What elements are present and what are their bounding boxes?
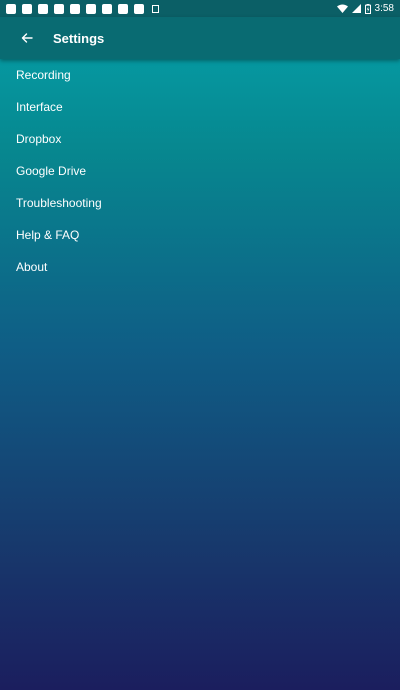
notification-icon (134, 3, 144, 14)
status-right: 3:58 (336, 3, 394, 14)
status-time: 3:58 (374, 3, 394, 14)
notification-icon (102, 3, 112, 14)
notification-icon (38, 3, 48, 14)
arrow-left-icon (21, 33, 33, 43)
menu-item-google-drive[interactable]: Google Drive (0, 155, 400, 187)
wifi-icon (336, 4, 348, 13)
notification-icon (118, 3, 128, 14)
battery-icon (364, 3, 371, 14)
notification-icon (6, 3, 16, 14)
menu-item-troubleshooting[interactable]: Troubleshooting (0, 187, 400, 219)
signal-icon (351, 4, 361, 13)
menu-item-about[interactable]: About (0, 251, 400, 283)
menu-item-dropbox[interactable]: Dropbox (0, 123, 400, 155)
notification-icons (6, 3, 159, 14)
menu-item-recording[interactable]: Recording (0, 59, 400, 91)
notification-icon (70, 3, 80, 14)
notification-icon (86, 3, 96, 14)
status-bar: 3:58 (0, 0, 400, 17)
menu-item-interface[interactable]: Interface (0, 91, 400, 123)
page-title: Settings (53, 30, 105, 46)
settings-menu-list: Recording Interface Dropbox Google Drive… (0, 59, 400, 283)
menu-item-help-faq[interactable]: Help & FAQ (0, 219, 400, 251)
back-button[interactable] (16, 27, 38, 49)
accessibility-notification-icon (152, 4, 159, 13)
app-bar: Settings (0, 17, 400, 59)
notification-icon (22, 3, 32, 14)
notification-icon (54, 3, 64, 14)
